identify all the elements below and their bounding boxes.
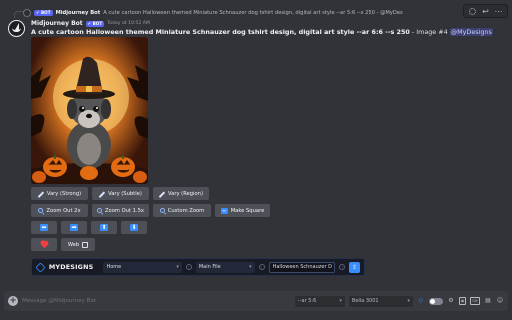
mydesigns-brand: MYDESIGNS xyxy=(49,263,94,271)
vary-region-button[interactable]: Vary (Region) xyxy=(153,187,209,200)
zoom-out-1-5x-button[interactable]: Zoom Out 1.5x xyxy=(92,204,149,217)
message-action-bar: ↩ ⋯ xyxy=(463,4,508,18)
extra-row: Web xyxy=(31,238,95,251)
button-label: Vary (Subtle) xyxy=(108,190,142,197)
zoom-row: Zoom Out 2x Zoom Out 1.5x Custom Zoom ↔ M… xyxy=(31,204,270,217)
timestamp: Today at 10:52 AM xyxy=(107,21,150,26)
web-button[interactable]: Web xyxy=(61,238,95,251)
author-name[interactable]: Midjourney Bot xyxy=(31,20,83,27)
reply-avatar xyxy=(23,9,31,17)
workspace-value: Home xyxy=(106,264,122,270)
design-title-input[interactable]: Halloween Schnauzer D xyxy=(268,261,336,273)
info-icon[interactable]: i xyxy=(339,264,346,270)
message-input[interactable]: Message @Midjourney Bot xyxy=(22,298,291,304)
info-icon[interactable]: i xyxy=(258,264,265,270)
chevron-down-icon: ▾ xyxy=(407,298,410,304)
param-select[interactable]: --ar 5:6 ▾ xyxy=(294,295,345,307)
heart-icon xyxy=(40,241,48,248)
make-square-button[interactable]: ↔ Make Square xyxy=(215,204,270,217)
wand-icon xyxy=(38,191,44,197)
arrow-up-icon: ⬆ xyxy=(100,224,108,231)
brand-prefix: MY xyxy=(48,263,61,271)
pan-row: ⬅ ➡ ⬆ ⬇ xyxy=(31,221,147,234)
chevron-down-icon: ▾ xyxy=(339,298,342,304)
gif-icon[interactable]: GIF xyxy=(470,297,480,305)
button-label: Make Square xyxy=(230,207,265,214)
message-content: A cute cartoon Halloween themed Miniatur… xyxy=(31,28,501,36)
button-label: Vary (Region) xyxy=(168,190,203,197)
pan-down-button[interactable]: ⬇ xyxy=(121,221,147,234)
generated-image[interactable] xyxy=(31,37,148,184)
param-value: --ar 5:6 xyxy=(297,298,317,304)
reply-bot-tag: ✔ BOT xyxy=(34,10,53,16)
gift-icon[interactable]: ▣ xyxy=(458,297,467,305)
magnifier-icon xyxy=(97,208,102,213)
model-value: Bella 3001 xyxy=(351,298,379,304)
magnifier-icon xyxy=(38,208,44,213)
image-suffix: - Image #4 xyxy=(409,28,450,36)
vary-row: Vary (Strong) Vary (Subtle) Vary (Region… xyxy=(31,187,209,200)
favorite-button[interactable] xyxy=(31,238,57,251)
bot-tag: ✔ BOT xyxy=(85,20,105,27)
magnifier-icon xyxy=(159,208,165,213)
button-label: Web xyxy=(67,241,80,248)
toggle-switch[interactable] xyxy=(428,297,443,305)
pan-up-button[interactable]: ⬆ xyxy=(91,221,117,234)
custom-zoom-button[interactable]: Custom Zoom xyxy=(153,204,211,217)
settings-icon[interactable] xyxy=(467,6,478,17)
model-select[interactable]: Bella 3001 ▾ xyxy=(348,295,413,307)
chevron-down-icon: ▾ xyxy=(249,264,252,270)
button-label: Zoom Out 1.5x xyxy=(105,207,144,214)
info-icon[interactable]: i xyxy=(185,264,192,270)
message-header: Midjourney Bot ✔ BOT Today at 10:52 AM xyxy=(31,19,150,28)
arrow-down-icon: ⬇ xyxy=(130,224,138,231)
reply-author[interactable]: Midjourney Bot xyxy=(56,10,101,16)
file-value: Main File xyxy=(198,264,221,270)
expand-icon: ↔ xyxy=(220,207,228,214)
vary-strong-button[interactable]: Vary (Strong) xyxy=(31,187,88,200)
file-select[interactable]: Main File ▾ xyxy=(195,261,255,273)
reply-reference[interactable]: ✔ BOT Midjourney Bot A cute cartoon Hall… xyxy=(23,8,509,18)
arrow-right-icon: ➡ xyxy=(70,224,78,231)
zoom-out-2x-button[interactable]: Zoom Out 2x xyxy=(31,204,88,217)
prompt-text: A cute cartoon Halloween themed Miniatur… xyxy=(31,28,410,36)
button-label: Custom Zoom xyxy=(167,207,205,214)
workspace-select[interactable]: Home ▾ xyxy=(103,261,182,273)
settings-icon[interactable]: ⚙ xyxy=(447,297,455,305)
vary-subtle-button[interactable]: Vary (Subtle) xyxy=(92,187,149,200)
brush-icon xyxy=(159,191,165,197)
emoji-icon[interactable]: ☺ xyxy=(496,297,504,305)
avatar[interactable] xyxy=(8,20,25,37)
mydesigns-logo-icon xyxy=(35,261,46,273)
mention[interactable]: @MyDesigns xyxy=(449,28,493,36)
external-link-icon xyxy=(82,241,89,248)
more-icon[interactable]: ⋯ xyxy=(493,6,504,17)
mydesigns-toolbar: MYDESIGNS Home ▾ i Main File ▾ i Halloween… xyxy=(31,258,365,276)
reply-icon[interactable]: ↩ xyxy=(480,6,491,17)
add-attachment-button[interactable]: + xyxy=(8,296,18,306)
pan-left-button[interactable]: ⬅ xyxy=(31,221,57,234)
sticker-icon[interactable]: ▤ xyxy=(484,297,492,305)
upload-icon[interactable]: ⇧ xyxy=(349,261,360,273)
button-label: Vary (Strong) xyxy=(46,190,82,197)
button-label: Zoom Out 2x xyxy=(46,207,81,214)
brand-suffix: DESIGNS xyxy=(60,263,94,271)
reply-text: A cute cartoon Halloween themed Miniatur… xyxy=(103,10,403,16)
message-composer: + Message @Midjourney Bot --ar 5:6 ▾ Bell… xyxy=(4,291,508,311)
chevron-down-icon: ▾ xyxy=(176,264,179,270)
mydesigns-icon[interactable]: ◇ xyxy=(417,297,425,305)
wand-icon xyxy=(99,191,105,197)
pan-right-button[interactable]: ➡ xyxy=(61,221,87,234)
arrow-left-icon: ⬅ xyxy=(40,224,48,231)
